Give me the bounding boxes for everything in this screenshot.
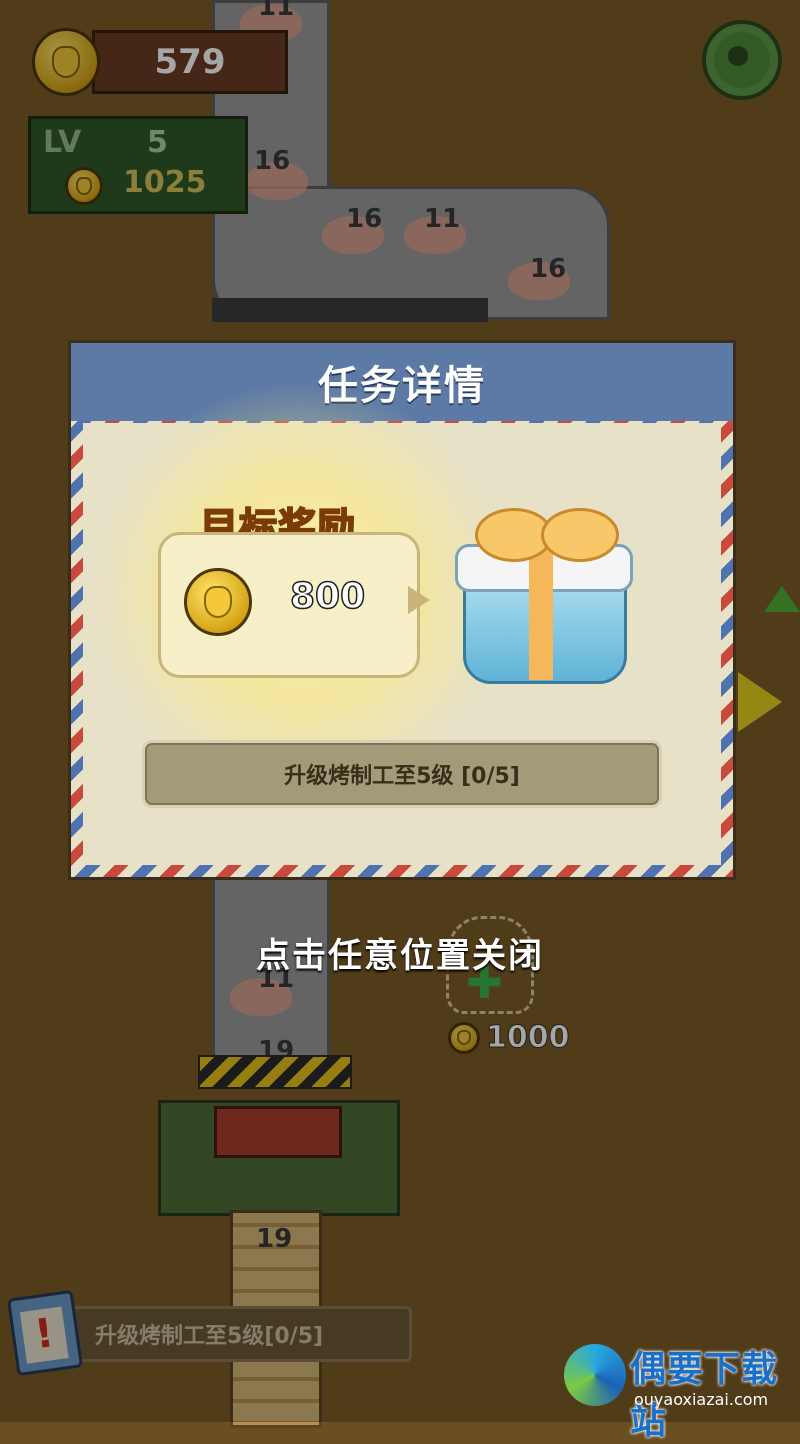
reward-amount: 800 [289, 575, 366, 618]
task-text: 升级烤制工至5级 [0/5] [284, 764, 520, 789]
game-scene[interactable]: 11 16 16 11 16 11 19 579 LV 5 1025 ✚ 100… [0, 0, 800, 1442]
watermark-logo-icon [564, 1344, 626, 1406]
close-hint: 点击任意位置关闭 [256, 936, 544, 976]
watermark-url: ouyaoxiazai.com [634, 1390, 769, 1409]
task-progress-bar: 升级烤制工至5级 [0/5] [142, 740, 662, 808]
bunny-coin-icon [184, 568, 252, 636]
watermark: 偶要下载站 ouyaoxiazai.com [564, 1340, 800, 1442]
gift-box-icon [455, 508, 633, 686]
